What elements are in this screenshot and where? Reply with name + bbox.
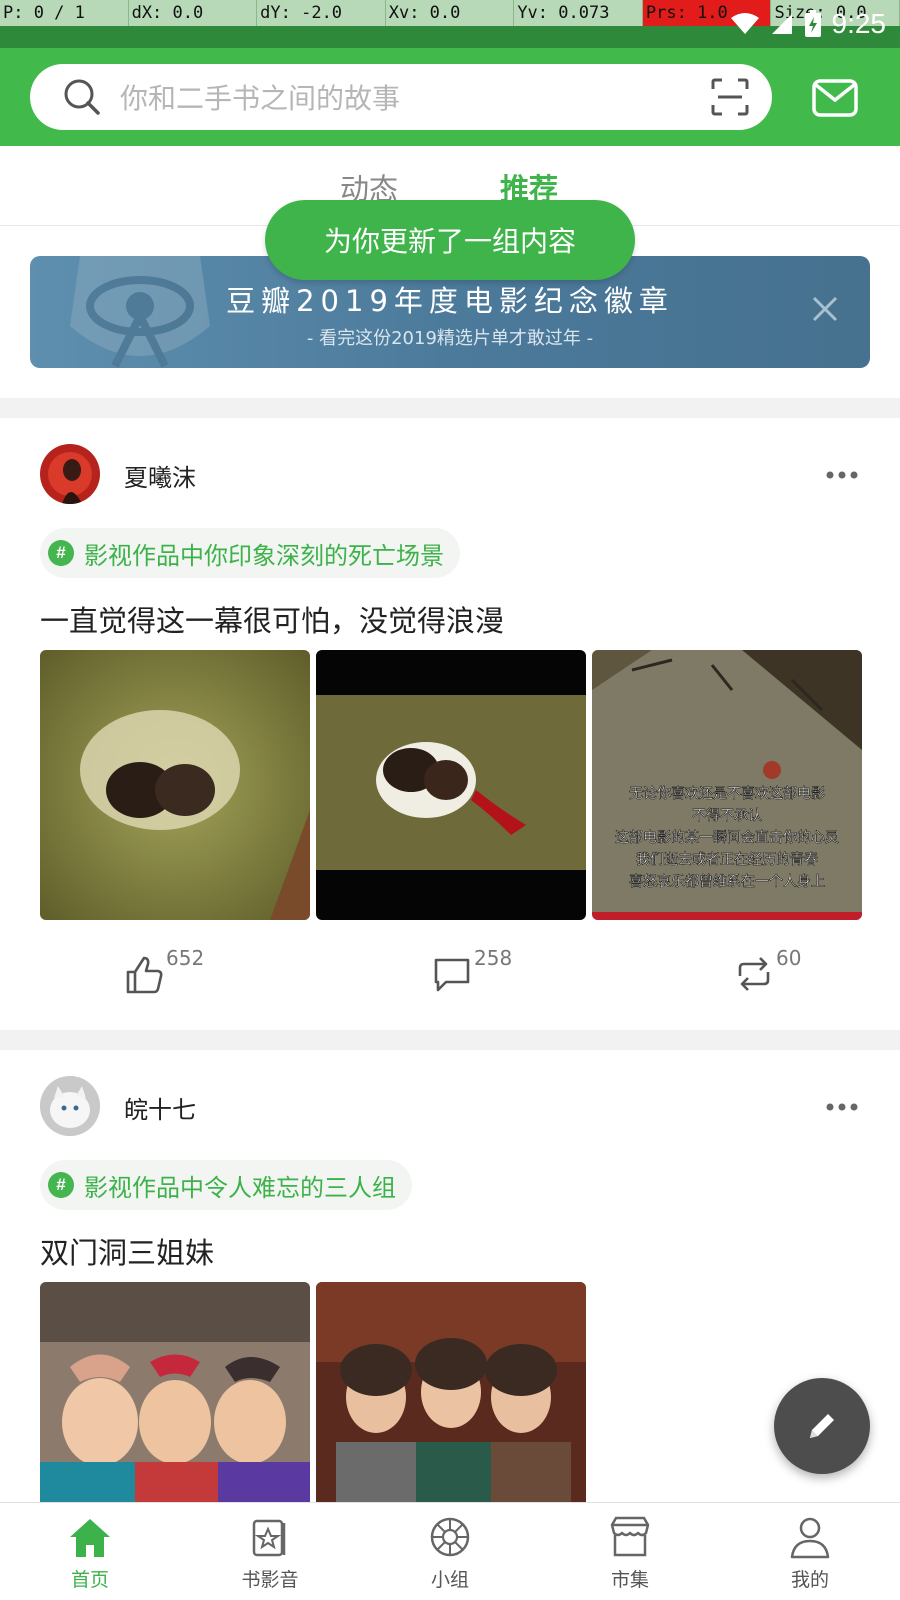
- section-divider: [0, 398, 900, 418]
- debug-yv: Yv: 0.073: [514, 0, 643, 26]
- debug-pointer-count: P: 0 / 1: [0, 0, 129, 26]
- compose-button[interactable]: [774, 1378, 870, 1474]
- comment-icon: [434, 958, 470, 992]
- nav-item-market[interactable]: 市集: [540, 1503, 720, 1600]
- banner-subtitle: - 看完这份2019精选片单才敢过年 -: [306, 328, 594, 349]
- post-username[interactable]: 夏曦沫: [124, 458, 196, 493]
- topic-chip[interactable]: # 影视作品中令人难忘的三人组: [40, 1160, 412, 1210]
- search-input[interactable]: 你和二手书之间的故事: [30, 64, 772, 130]
- debug-xv: Xv: 0.0: [386, 0, 515, 26]
- app-header: 你和二手书之间的故事: [0, 48, 900, 146]
- more-options-icon[interactable]: [826, 470, 858, 480]
- nav-item-group[interactable]: 小组: [360, 1503, 540, 1600]
- douban-home-screen: P: 0 / 1 dX: 0.0 dY: -2.0 Xv: 0.0 Yv: 0.…: [0, 0, 900, 1600]
- hashtag-icon: #: [48, 1172, 74, 1198]
- post-image[interactable]: [40, 1282, 310, 1504]
- book-movie-icon: [252, 1519, 286, 1557]
- more-options-icon[interactable]: [826, 1102, 858, 1112]
- like-count: 652: [166, 946, 205, 970]
- scan-icon[interactable]: [710, 77, 750, 117]
- image-caption-line: 不得不承认: [692, 807, 762, 824]
- content-updated-toast: 为你更新了一组内容: [265, 200, 635, 280]
- nav-item-book-movie[interactable]: 书影音: [180, 1503, 360, 1600]
- avatar[interactable]: [40, 444, 100, 504]
- debug-dy: dY: -2.0: [257, 0, 386, 26]
- image-caption-line: 喜怒哀乐都曾维系在一个人身上: [629, 874, 825, 890]
- status-icons: 9:25: [730, 8, 887, 40]
- comment-button[interactable]: 258: [432, 946, 512, 994]
- pencil-icon: [810, 1414, 834, 1438]
- nav-label: 市集: [610, 1569, 649, 1591]
- group-icon: [430, 1517, 470, 1557]
- search-placeholder: 你和二手书之间的故事: [120, 82, 401, 115]
- nav-label: 书影音: [241, 1569, 299, 1591]
- topic-label: 影视作品中令人难忘的三人组: [84, 1173, 396, 1202]
- post-username[interactable]: 皖十七: [124, 1090, 196, 1125]
- section-divider: [0, 1030, 900, 1050]
- battery-charging-icon: [804, 10, 821, 37]
- nav-label: 小组: [430, 1569, 469, 1591]
- status-time: 9:25: [831, 8, 887, 39]
- search-icon: [64, 79, 100, 115]
- mail-icon[interactable]: [812, 78, 858, 118]
- nav-item-profile[interactable]: 我的: [720, 1503, 900, 1600]
- post-text: 一直觉得这一幕很可怕，没觉得浪漫: [40, 604, 505, 638]
- profile-icon: [790, 1517, 830, 1559]
- topic-chip[interactable]: # 影视作品中你印象深刻的死亡场景: [40, 528, 460, 578]
- image-caption-line: 我们逝去或者正在经历的青春: [636, 852, 818, 868]
- reshare-count: 60: [776, 946, 802, 970]
- nav-label: 首页: [70, 1569, 109, 1591]
- avatar[interactable]: [40, 1076, 100, 1136]
- image-caption-line: 无论你喜欢还是不喜欢这部电影: [629, 785, 825, 802]
- market-icon: [610, 1516, 650, 1557]
- reshare-button[interactable]: 60: [734, 946, 801, 994]
- nav-label: 我的: [790, 1569, 829, 1591]
- bottom-navigation: 首页 书影音 小组 市集 我的: [0, 1502, 900, 1600]
- post-image[interactable]: [40, 650, 310, 920]
- feed-post: 夏曦沫 # 影视作品中你印象深刻的死亡场景 一直觉得这一幕很可怕，没觉得浪漫 无…: [0, 418, 900, 1030]
- post-image[interactable]: [316, 1282, 586, 1504]
- reshare-icon: [738, 957, 770, 991]
- like-button[interactable]: 652: [124, 946, 204, 994]
- banner-title: 豆瓣2019年度电影纪念徽章: [226, 284, 674, 318]
- comment-count: 258: [474, 946, 513, 970]
- post-image[interactable]: 无论你喜欢还是不喜欢这部电影 不得不承认 这部电影的某一瞬间会直击你的心灵 我们…: [592, 650, 862, 920]
- close-icon[interactable]: [812, 296, 838, 322]
- home-icon: [70, 1519, 110, 1557]
- post-text: 双门洞三姐妹: [40, 1236, 215, 1270]
- thumbs-up-icon: [126, 956, 163, 994]
- hashtag-icon: #: [48, 540, 74, 566]
- feed-post: 皖十七 # 影视作品中令人难忘的三人组 双门洞三姐妹: [0, 1050, 900, 1504]
- debug-dx: dX: 0.0: [129, 0, 258, 26]
- image-caption-line: 这部电影的某一瞬间会直击你的心灵: [615, 829, 839, 846]
- signal-icon: [771, 14, 792, 34]
- topic-label: 影视作品中你印象深刻的死亡场景: [84, 541, 444, 570]
- nav-item-home[interactable]: 首页: [0, 1503, 180, 1600]
- post-image[interactable]: [316, 650, 586, 920]
- wifi-icon: [730, 13, 759, 34]
